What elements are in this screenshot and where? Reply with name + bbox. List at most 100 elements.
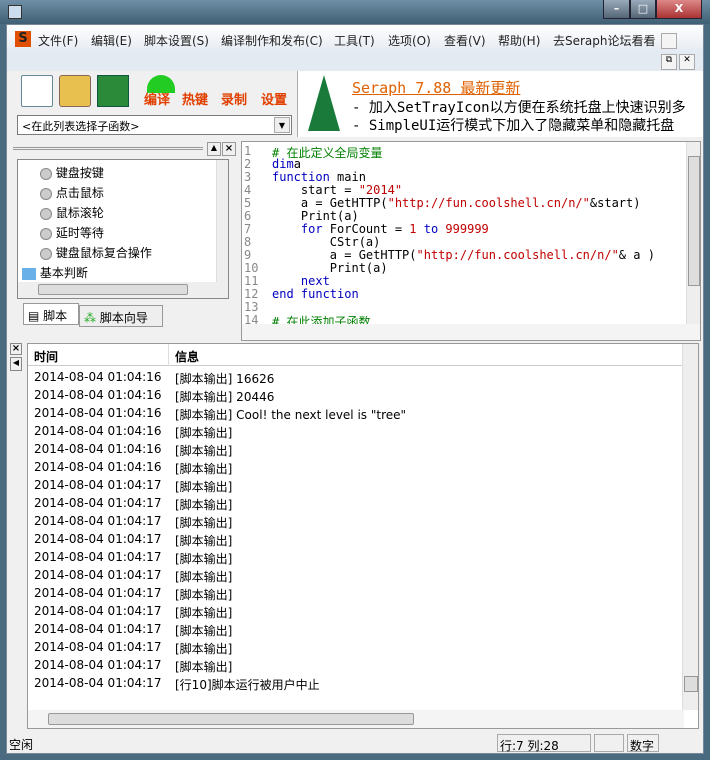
panel-close-button[interactable]: × [222,142,236,156]
code-token: ForCount = [322,222,410,236]
code-token: Print(a) [272,261,388,275]
tree-item[interactable]: 延时等待 [40,224,104,244]
circle-icon [40,227,52,240]
line-number: 1 [244,144,252,158]
code-token: a = GetHTTP( [272,248,417,262]
log-message: [脚本输出] [175,552,233,566]
log-message: [脚本输出] Cool! the next level is "tree" [175,408,407,422]
menu-script-settings[interactable]: 脚本设置(S) [144,32,209,49]
editor-vscrollbar[interactable] [686,142,700,324]
log-time: 2014-08-04 01:04:16 [34,370,162,384]
code-line: Print(a) [272,261,388,275]
line-number: 6 [244,209,252,223]
code-token: Print(a) [272,209,359,223]
code-token: to [416,222,446,236]
tab-script-wizard[interactable]: ⁂ 脚本向导 [79,305,163,327]
menu-file[interactable]: 文件(F) [38,32,78,49]
log-message: [脚本输出] [175,624,233,638]
line-number: 7 [244,222,252,236]
mdi-minimize-button[interactable] [661,33,677,49]
close-button[interactable]: X [656,0,702,19]
log-time: 2014-08-04 01:04:16 [34,424,162,438]
tree-vscrollbar[interactable] [216,160,228,282]
code-token: dim [272,157,294,171]
log-time: 2014-08-04 01:04:17 [34,478,162,492]
mdi-restore-button[interactable]: ⧉ [661,54,677,70]
chevron-down-icon[interactable]: ▼ [274,117,290,133]
record-button[interactable]: 录制 [221,89,247,108]
code-token: a [293,157,301,171]
menu-forum[interactable]: 去Seraph论坛看看 [553,32,656,49]
document-icon: ▤ [28,309,40,323]
tree-item-label: 键盘按键 [55,166,104,180]
function-tree-panel: ▲ × 键盘按键 点击鼠标 鼠标滚轮 延时等待 键盘鼠标复合操作 基本判断 ▤ … [11,141,237,327]
panel-grip[interactable] [13,147,203,150]
menu-help[interactable]: 帮助(H) [498,32,540,49]
log-message: [脚本输出] [175,642,233,656]
new-file-icon[interactable] [21,75,53,107]
log-message: [脚本输出] 20446 [175,390,275,404]
log-time: 2014-08-04 01:04:17 [34,640,162,654]
open-folder-icon[interactable] [59,75,91,107]
menu-bar: S 文件(F) 编辑(E) 脚本设置(S) 编译制作和发布(C) 工具(T) 选… [7,25,703,53]
log-time: 2014-08-04 01:04:17 [34,568,162,582]
log-message: [脚本输出] [175,480,233,494]
settings-button[interactable]: 设置 [261,89,287,108]
log-vscrollbar[interactable] [682,344,698,710]
wizard-icon: ⁂ [84,311,96,325]
log-time: 2014-08-04 01:04:17 [34,550,162,564]
column-header-time[interactable]: 时间 [34,348,58,365]
code-line: function main [272,170,366,184]
menu-edit[interactable]: 编辑(E) [91,32,132,49]
menu-view[interactable]: 查看(V) [444,32,486,49]
tree-item[interactable]: 点击鼠标 [40,184,104,204]
tree-item[interactable]: 键盘按键 [40,164,104,184]
menu-compile-publish[interactable]: 编译制作和发布(C) [221,32,323,49]
news-line: - 加入SetTrayIcon以方便在系统托盘上快速识别多 [352,100,686,116]
status-bar: 空闲 行:7 列:28 数字 [7,733,703,753]
news-title-link[interactable]: Seraph 7.88 最新更新 [352,77,520,98]
code-line: next [272,274,330,288]
mdi-close-button[interactable]: ✕ [679,54,695,70]
log-message: [脚本输出] [175,444,233,458]
log-pin-button[interactable]: ◀ [10,357,22,371]
panel-pin-button[interactable]: ▲ [207,142,221,156]
code-token: CStr(a) [272,235,381,249]
line-number: 3 [244,170,252,184]
maximize-button[interactable]: □ [630,0,656,19]
circle-icon [40,247,52,260]
line-number: 10 [244,261,259,275]
log-time: 2014-08-04 01:04:16 [34,388,162,402]
save-icon[interactable] [97,75,129,107]
editor-hscrollbar[interactable] [242,324,700,340]
log-time: 2014-08-04 01:04:17 [34,532,162,546]
line-number: 12 [244,287,259,301]
tree-folder[interactable]: 基本判断 [22,264,88,284]
code-token: next [272,274,330,288]
tree-item[interactable]: 键盘鼠标复合操作 [40,244,152,264]
circle-icon [40,187,52,200]
function-select[interactable]: <在此列表选择子函数> ▼ [17,115,292,135]
log-time: 2014-08-04 01:04:17 [34,586,162,600]
log-hscrollbar[interactable] [28,710,684,728]
minimize-button[interactable]: – [603,0,630,19]
log-message: [脚本输出] [175,516,233,530]
tree-item[interactable]: 鼠标滚轮 [40,204,104,224]
tree-hscrollbar[interactable] [18,282,228,298]
log-time: 2014-08-04 01:04:16 [34,442,162,456]
code-token: main [329,170,366,184]
log-message: [脚本输出] [175,660,233,674]
tab-script[interactable]: ▤ 脚本 [23,303,79,325]
circle-icon [40,167,52,180]
compile-button[interactable]: 编译 [144,89,170,108]
toolbar: 编译 热键 录制 设置 [11,71,295,111]
hotkey-button[interactable]: 热键 [182,89,208,108]
code-line: start = "2014" [272,183,402,197]
code-line: a = GetHTTP("http://fun.coolshell.cn/n/"… [272,248,655,262]
menu-options[interactable]: 选项(O) [388,32,431,49]
column-header-message[interactable]: 信息 [175,348,199,365]
code-editor[interactable]: 1 # 在此定义全局变量 2 dima 3 function main 4 start = … [241,141,701,341]
menu-tools[interactable]: 工具(T) [334,32,375,49]
log-header: 时间 信息 [28,344,684,366]
log-close-button[interactable]: × [10,343,22,355]
